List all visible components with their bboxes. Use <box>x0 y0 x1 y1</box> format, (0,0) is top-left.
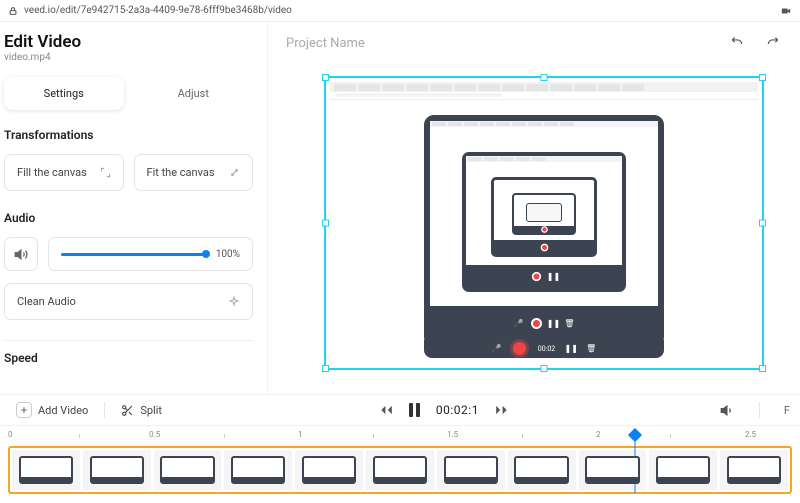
trash-icon: 🗑 <box>587 345 595 353</box>
filename-label: video.mp4 <box>4 52 253 63</box>
preview-panel: Project Name <box>268 22 800 394</box>
fill-canvas-button[interactable]: Fill the canvas <box>4 154 124 191</box>
timeline-clip[interactable] <box>8 446 792 494</box>
add-video-label: Add Video <box>38 404 88 417</box>
preview-header: Project Name <box>268 22 800 61</box>
tab-adjust[interactable]: Adjust <box>134 77 254 110</box>
clean-audio-button[interactable]: Clean Audio <box>4 283 253 320</box>
clip-thumb <box>720 450 788 490</box>
page-title: Edit Video <box>4 32 253 52</box>
clip-thumb <box>649 450 717 490</box>
clean-audio-label: Clean Audio <box>17 295 76 308</box>
volume-slider-container: 100% <box>48 237 253 271</box>
divider <box>4 340 253 341</box>
fit-icon <box>229 167 240 178</box>
plus-icon: + <box>16 402 32 418</box>
expand-icon <box>100 167 111 178</box>
redo-button[interactable] <box>764 37 782 51</box>
clip-thumb <box>12 450 80 490</box>
clip-thumb <box>579 450 647 490</box>
split-button[interactable]: Split <box>115 400 168 421</box>
timeline-toolbar: + Add Video Split 00:02:1 F <box>0 394 800 426</box>
mic-icon: 🎤 <box>493 345 501 353</box>
resize-handle[interactable] <box>541 74 548 81</box>
resize-handle[interactable] <box>759 365 766 372</box>
skip-back-button[interactable] <box>379 403 393 417</box>
recorder-controls: 🎤 00:02 ❚❚ 🗑 <box>424 340 664 358</box>
pause-icon: ❚❚ <box>567 345 575 353</box>
rec-time: 00:02 <box>538 345 555 353</box>
record-icon <box>513 342 526 355</box>
clip-thumb <box>224 450 292 490</box>
project-name[interactable]: Project Name <box>286 36 365 51</box>
ruler-tick: 2 <box>596 430 601 439</box>
volume-icon[interactable] <box>720 403 735 418</box>
clip-thumb <box>366 450 434 490</box>
resize-handle[interactable] <box>322 74 329 81</box>
clip-thumb <box>295 450 363 490</box>
split-label: Split <box>140 404 162 417</box>
volume-button[interactable] <box>4 237 38 271</box>
section-audio-title: Audio <box>4 211 253 225</box>
fit-label[interactable]: F <box>784 404 790 417</box>
undo-button[interactable] <box>728 37 746 51</box>
resize-handle[interactable] <box>322 219 329 226</box>
play-pause-button[interactable] <box>409 403 420 417</box>
sparkle-icon <box>228 296 240 308</box>
skip-forward-button[interactable] <box>495 403 509 417</box>
resize-handle[interactable] <box>759 74 766 81</box>
resize-handle[interactable] <box>541 365 548 372</box>
timeline-ruler[interactable]: 0 0.5 1 1.5 2 2.5 <box>8 430 792 444</box>
sidebar-tabs: Settings Adjust <box>4 77 253 110</box>
clip-thumb <box>437 450 505 490</box>
playback-time: 00:02:1 <box>436 403 479 417</box>
browser-url: veed.io/edit/7e942715-2a3a-4409-9e78-6ff… <box>24 5 292 16</box>
add-video-button[interactable]: + Add Video <box>10 398 94 422</box>
camera-icon <box>780 6 792 16</box>
fit-canvas-label: Fit the canvas <box>147 166 215 179</box>
resize-handle[interactable] <box>322 365 329 372</box>
ruler-tick: 0.5 <box>149 430 160 439</box>
volume-slider[interactable] <box>61 253 206 256</box>
ruler-tick: 2.5 <box>745 430 756 439</box>
scissors-icon <box>121 404 134 417</box>
fill-canvas-label: Fill the canvas <box>17 166 87 179</box>
lock-icon <box>8 6 18 16</box>
section-transformations-title: Transformations <box>4 128 253 142</box>
fit-canvas-button[interactable]: Fit the canvas <box>134 154 254 191</box>
clip-thumb <box>154 450 222 490</box>
video-canvas[interactable]: ❚❚ 🎤❚❚🗑 🎤 00:02 ❚❚ 🗑 <box>324 76 764 370</box>
sidebar: Edit Video video.mp4 Settings Adjust Tra… <box>0 22 268 394</box>
volume-value: 100% <box>216 249 240 260</box>
clip-thumb <box>508 450 576 490</box>
tab-settings[interactable]: Settings <box>4 77 124 110</box>
browser-url-bar: veed.io/edit/7e942715-2a3a-4409-9e78-6ff… <box>0 0 800 22</box>
ruler-tick: 0 <box>8 430 13 439</box>
clip-thumb <box>83 450 151 490</box>
section-speed-title: Speed <box>4 351 253 365</box>
timeline: 0 0.5 1 1.5 2 2.5 <box>0 426 800 503</box>
ruler-tick: 1 <box>298 430 303 439</box>
ruler-tick: 1.5 <box>447 430 458 439</box>
video-frame: ❚❚ 🎤❚❚🗑 🎤 00:02 ❚❚ 🗑 <box>330 82 758 364</box>
resize-handle[interactable] <box>759 219 766 226</box>
